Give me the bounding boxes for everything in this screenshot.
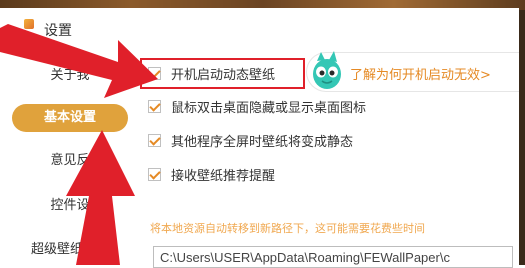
sidebar-item-about[interactable]: 关于我	[12, 62, 128, 90]
mascot-icon	[313, 51, 341, 89]
recommendation-checkbox[interactable]	[148, 167, 161, 181]
app-logo-icon	[24, 19, 34, 29]
setting-static-when-fullscreen[interactable]: 其他程序全屏时壁纸将变成静态	[148, 129, 353, 151]
sidebar-item-widget-settings[interactable]: 控件设	[12, 192, 128, 220]
setting-label: 其他程序全屏时壁纸将变成静态	[171, 134, 354, 150]
setting-recommendation-reminder[interactable]: 接收壁纸推荐提醒	[148, 163, 275, 185]
setting-label: 鼠标双击桌面隐藏或显示桌面图标	[171, 100, 367, 116]
setting-label: 接收壁纸推荐提醒	[171, 168, 276, 184]
fullscreen-static-checkbox[interactable]	[148, 133, 161, 147]
sidebar-item-super-wallpaper[interactable]: 超级壁纸设置	[12, 236, 128, 264]
sidebar-item-feedback[interactable]: 意见反	[12, 147, 128, 175]
window-right-edge	[519, 10, 525, 265]
window-title: 设置	[44, 23, 72, 39]
sidebar-item-basic-settings[interactable]: 基本设置	[12, 104, 128, 132]
double-click-checkbox[interactable]	[148, 99, 161, 113]
title-bar	[0, 8, 519, 42]
setting-double-click-hide-icons[interactable]: 鼠标双击桌面隐藏或显示桌面图标	[148, 95, 366, 117]
autostart-help-link[interactable]: 了解为何开机启动无效>	[350, 64, 491, 83]
highlight-box	[140, 58, 305, 89]
storage-path-hint: 将本地资源自动转移到新路径下，这可能需要花费些时间	[150, 222, 425, 235]
